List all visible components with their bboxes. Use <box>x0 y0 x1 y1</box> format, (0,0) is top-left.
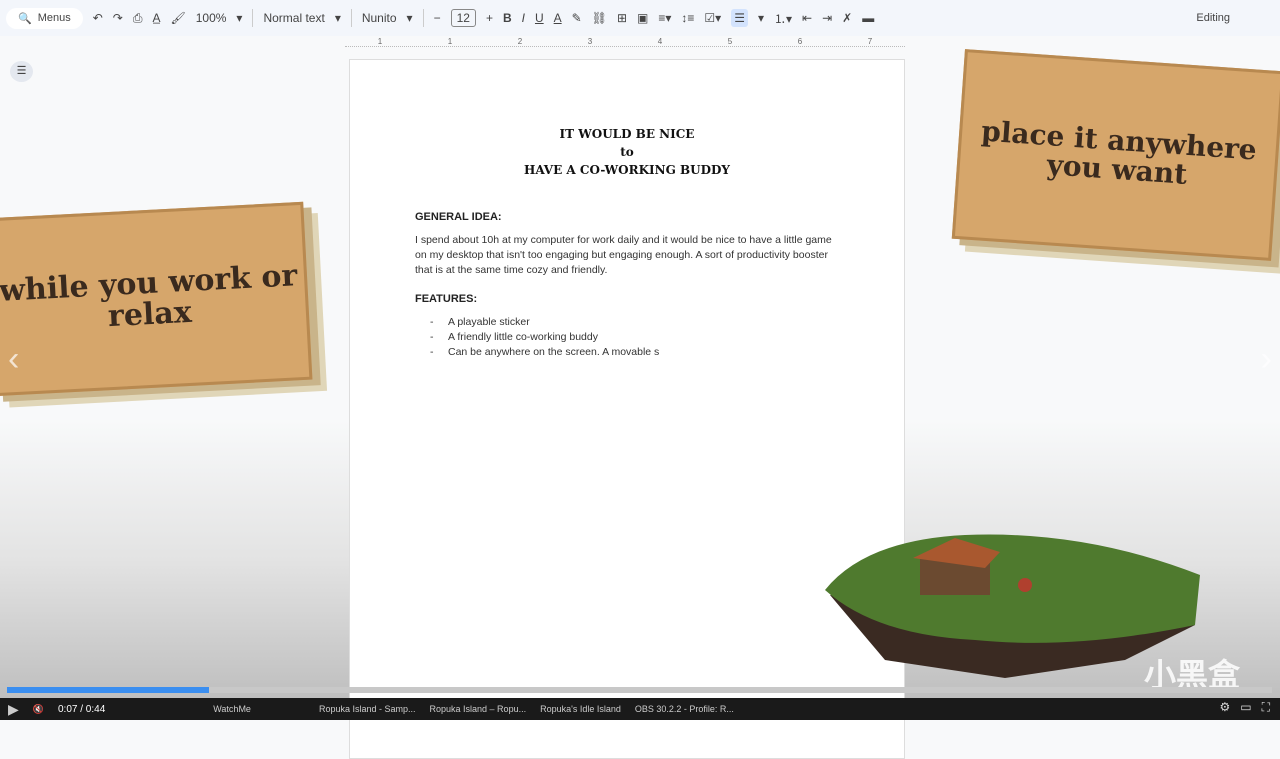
editing-mode-select[interactable]: Editing <box>1196 12 1230 24</box>
menus-search[interactable]: 🔍 Menus <box>6 7 83 29</box>
divider <box>252 9 254 27</box>
taskbar-item[interactable]: Ropuka's Idle Island <box>540 704 621 714</box>
numbered-list-icon[interactable]: ⒈▾ <box>774 10 792 27</box>
taskbar-item[interactable]: OBS 30.2.2 - Profile: R... <box>635 704 734 714</box>
divider <box>350 9 352 27</box>
redo-icon[interactable]: ↷ <box>113 11 123 25</box>
sticker-text: place it anywhere you want <box>980 114 1258 191</box>
bold-icon[interactable]: B <box>503 11 512 25</box>
features-heading: FEATURES: <box>415 293 478 305</box>
list-item: A playable sticker <box>430 315 659 330</box>
comment-icon[interactable]: ⊞ <box>617 11 627 25</box>
progress-fill <box>7 687 210 693</box>
document-page[interactable]: IT WOULD BE NICE to HAVE A CO-WORKING BU… <box>349 59 905 759</box>
ruler-tick: 7 <box>867 37 873 46</box>
line-spacing-icon[interactable]: ↕≡ <box>681 11 694 25</box>
align-icon[interactable]: ≡▾ <box>658 11 671 25</box>
ruler[interactable]: 1 1 2 3 4 5 6 7 <box>345 37 905 47</box>
docs-toolbar: 🔍 Menus ↶ ↷ ⎙ A̲ 🖌 100% ▾ Normal text ▾ Nun… <box>0 0 1280 36</box>
player-right-controls: ⚙ ▭ ⛶ <box>1219 700 1270 715</box>
clear-formatting-icon[interactable]: ✗ <box>842 11 852 25</box>
general-idea-text: I spend about 10h at my computer for wor… <box>415 234 832 276</box>
underline-icon[interactable]: U <box>535 11 544 25</box>
link-icon[interactable]: ⛓ <box>592 11 607 25</box>
taskbar-item[interactable]: WatchMe <box>213 704 251 714</box>
previous-arrow-icon[interactable]: ‹ <box>8 340 19 379</box>
taskbar-item[interactable]: Ropuka Island – Ropu... <box>430 704 527 714</box>
highlight-icon[interactable]: ✎ <box>572 11 582 25</box>
ruler-tick: 1 <box>377 37 383 46</box>
play-icon[interactable]: ▶ <box>8 701 19 718</box>
sticker-right: place it anywhere you want <box>951 49 1280 261</box>
bulleted-list-icon[interactable]: ☰ <box>731 9 748 27</box>
text-color-icon[interactable]: A <box>554 11 562 25</box>
ruler-tick: 6 <box>797 37 803 46</box>
document-outline-icon[interactable]: ☰ <box>10 61 33 82</box>
sticker-text: while you work or relax <box>0 257 299 335</box>
increase-font-icon[interactable]: + <box>486 11 493 25</box>
video-progress-bar[interactable] <box>7 687 1272 693</box>
settings-gear-icon[interactable]: ⚙ <box>1219 700 1230 715</box>
player-controls: ▶ 🔇 0:07 / 0:44 WatchMe Ropuka Island - … <box>0 698 1280 720</box>
divider <box>422 9 424 27</box>
italic-icon[interactable]: I <box>522 11 525 25</box>
ruler-tick: 4 <box>657 37 663 46</box>
input-tools-icon[interactable]: ▬ <box>862 11 874 25</box>
document-title: IT WOULD BE NICE to HAVE A CO-WORKING BU… <box>350 125 904 179</box>
image-icon[interactable]: ▣ <box>637 11 648 25</box>
zoom-select[interactable]: 100% <box>196 11 227 25</box>
undo-icon[interactable]: ↶ <box>93 11 103 25</box>
title-line: HAVE A CO-WORKING BUDDY <box>524 163 730 177</box>
ruler-tick: 5 <box>727 37 733 46</box>
spellcheck-icon[interactable]: A̲ <box>152 11 160 25</box>
list-item: A friendly little co-working buddy <box>430 330 659 345</box>
features-list: A playable sticker A friendly little co-… <box>430 315 659 360</box>
taskbar-item[interactable]: Ropuka Island - Samp... <box>319 704 416 714</box>
next-arrow-icon[interactable]: › <box>1261 340 1272 379</box>
increase-indent-icon[interactable]: ⇥ <box>822 11 832 25</box>
font-select[interactable]: Nunito <box>362 11 397 25</box>
ruler-tick: 1 <box>447 37 453 46</box>
checklist-icon[interactable]: ☑▾ <box>704 11 721 25</box>
menus-label: Menus <box>37 12 71 24</box>
fullscreen-exit-icon[interactable]: ⛶ <box>1262 700 1270 715</box>
mute-icon[interactable]: 🔇 <box>33 704 44 715</box>
print-icon[interactable]: ⎙ <box>133 11 143 26</box>
search-icon: 🔍 <box>18 12 32 25</box>
ruler-tick: 3 <box>587 37 593 46</box>
list-item: Can be anywhere on the screen. A movable… <box>430 345 659 360</box>
ruler-tick: 2 <box>517 37 523 46</box>
theater-mode-icon[interactable]: ▭ <box>1240 700 1251 715</box>
sticker-left: while you work or relax <box>0 201 313 397</box>
title-line: to <box>620 145 634 159</box>
character <box>1018 578 1032 592</box>
decrease-indent-icon[interactable]: ⇤ <box>802 11 812 25</box>
font-size-input[interactable]: 12 <box>450 9 476 27</box>
paint-format-icon[interactable]: 🖌 <box>170 11 185 25</box>
style-select[interactable]: Normal text <box>263 11 324 25</box>
general-idea-heading: GENERAL IDEA: <box>415 211 502 223</box>
decrease-font-icon[interactable]: − <box>434 11 441 25</box>
time-display: 0:07 / 0:44 <box>58 703 106 715</box>
title-line: IT WOULD BE NICE <box>559 127 695 141</box>
